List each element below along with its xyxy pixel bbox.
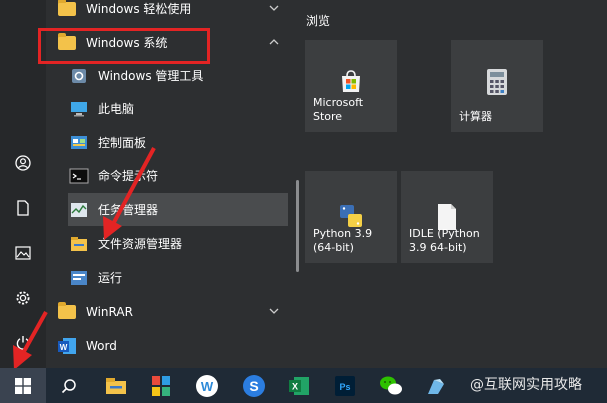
wechat-icon[interactable]	[376, 371, 406, 401]
taskbar: W S X Ps @互联网实用攻略	[0, 368, 607, 403]
annotation-arrows	[13, 147, 156, 370]
svg-text:X: X	[292, 382, 298, 392]
app-icon[interactable]	[146, 371, 176, 401]
svg-text:W: W	[201, 379, 214, 394]
arrow-to-start-button	[13, 311, 48, 370]
file-explorer-icon[interactable]	[101, 371, 131, 401]
watermark-text: @互联网实用攻略	[470, 377, 582, 393]
start-button[interactable]	[0, 368, 46, 403]
windows-logo-icon	[15, 377, 31, 394]
search-icon[interactable]	[54, 371, 84, 401]
svg-text:S: S	[249, 378, 258, 394]
arrow-to-file-explorer	[103, 147, 156, 240]
excel-icon[interactable]: X	[284, 371, 314, 401]
photoshop-icon[interactable]: Ps	[330, 371, 360, 401]
svg-text:Ps: Ps	[339, 382, 350, 392]
sogou-icon[interactable]: S	[239, 371, 269, 401]
sketch-icon[interactable]	[421, 371, 451, 401]
browser-icon[interactable]: W	[192, 371, 222, 401]
